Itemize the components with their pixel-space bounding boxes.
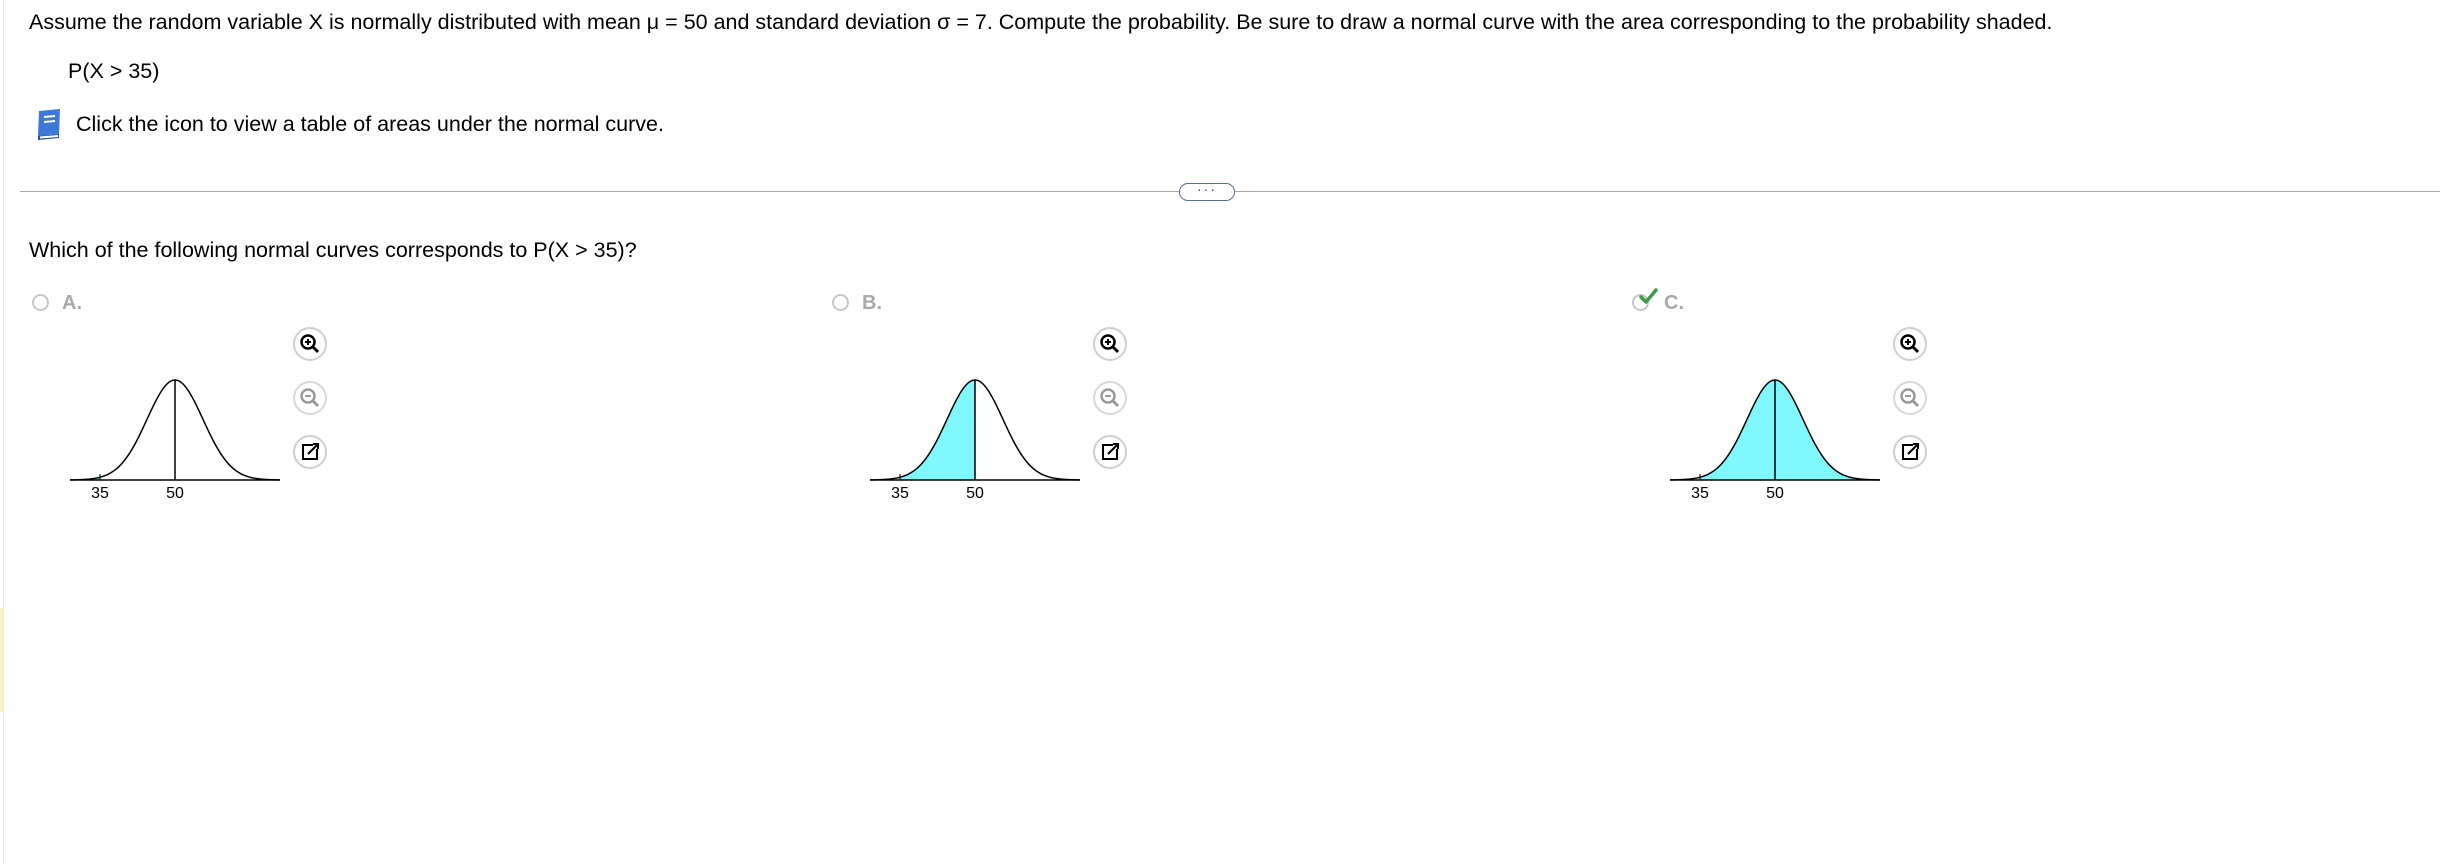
popout-icon[interactable] [1092, 434, 1128, 470]
option-a-letter: A. [62, 292, 82, 314]
option-b-letter: B. [862, 292, 882, 314]
tick-label-35-c: 35 [1691, 485, 1709, 500]
tick-label-35-a: 35 [91, 485, 109, 500]
table-link-label[interactable]: Click the icon to view a table of areas … [76, 112, 664, 137]
checkmark-icon [1639, 288, 1658, 304]
left-border [3, 0, 4, 864]
book-icon[interactable] [32, 107, 66, 141]
tick-label-50-a: 50 [166, 485, 184, 500]
option-b[interactable]: B. 35 50 [830, 290, 1230, 540]
radio-option-b[interactable] [832, 294, 849, 311]
tick-label-35-b: 35 [891, 485, 909, 500]
left-accent-bar [0, 608, 3, 712]
popout-icon[interactable] [292, 434, 328, 470]
tick-label-50-c: 50 [1766, 485, 1784, 500]
zoom-in-icon[interactable] [1092, 326, 1128, 362]
tick-label-50-b: 50 [966, 485, 984, 500]
question-text: Assume the random variable X is normally… [29, 10, 2053, 34]
probability-expression: P(X > 35) [68, 59, 160, 83]
option-c-letter: C. [1664, 292, 1684, 314]
option-a[interactable]: A. 35 50 [30, 290, 430, 540]
normal-curve-a: 35 50 [69, 379, 281, 500]
zoom-in-icon[interactable] [1892, 326, 1928, 362]
radio-option-a[interactable] [32, 294, 49, 311]
zoom-out-icon[interactable] [1892, 380, 1928, 416]
popout-icon[interactable] [1892, 434, 1928, 470]
normal-table-link[interactable]: Click the icon to view a table of areas … [32, 107, 664, 141]
zoom-out-icon[interactable] [1092, 380, 1128, 416]
normal-curve-c: 35 50 [1669, 379, 1881, 500]
more-dots: ··· [1197, 181, 1217, 197]
option-c[interactable]: C. 35 50 [1630, 288, 2030, 540]
expand-more-button[interactable]: ··· [1179, 181, 1235, 201]
normal-curve-b: 35 50 [869, 379, 1081, 500]
zoom-in-icon[interactable] [292, 326, 328, 362]
shaded-area-c [1700, 380, 1880, 480]
shaded-area-b [900, 380, 975, 480]
sub-question: Which of the following normal curves cor… [29, 238, 637, 262]
zoom-out-icon[interactable] [292, 380, 328, 416]
